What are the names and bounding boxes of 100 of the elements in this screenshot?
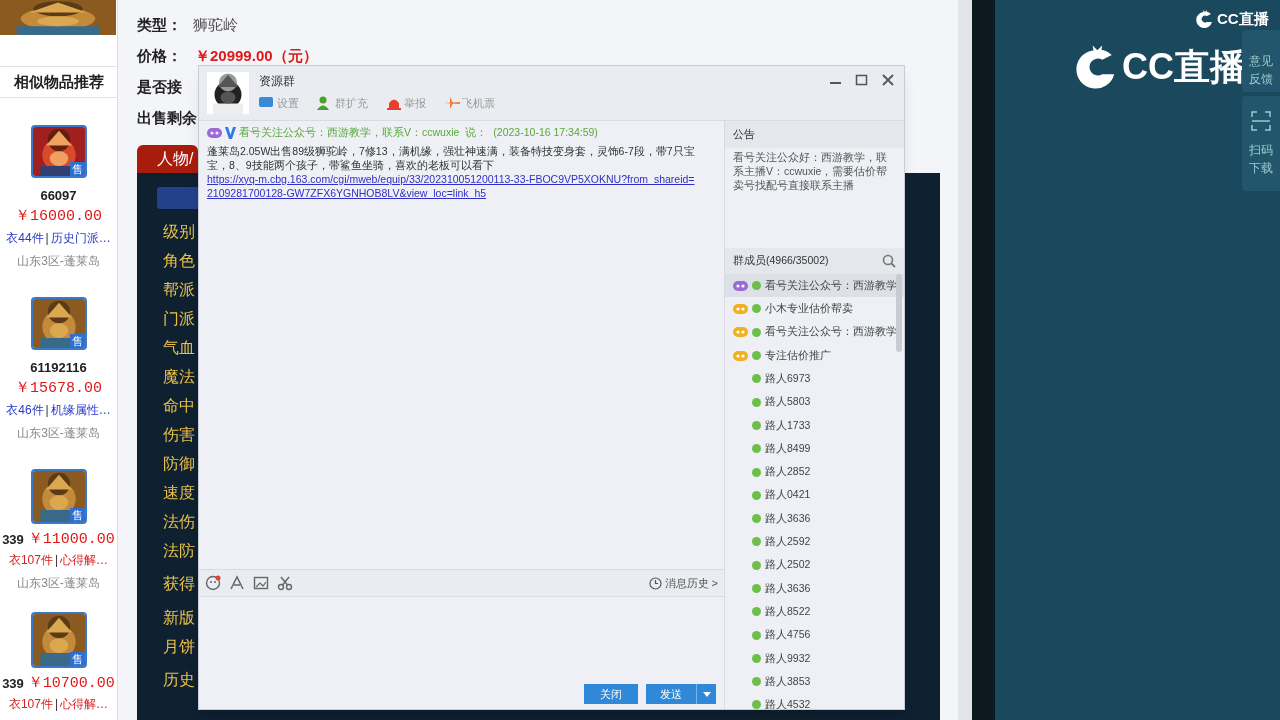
attribute-label: 角色 (163, 250, 195, 271)
member-row[interactable]: 专注估价推广 (725, 343, 904, 368)
group-title: 资源群 (259, 73, 296, 90)
online-dot-icon (752, 677, 761, 687)
separator: | (45, 230, 49, 246)
attribute-label: 防御 (163, 453, 195, 474)
online-dot-icon (752, 490, 761, 500)
scissors-icon[interactable] (277, 575, 293, 591)
member-row[interactable]: 看号关注公众号：西游教学 (725, 274, 904, 298)
member-row[interactable]: 路人8522 (725, 600, 904, 624)
attribute-label: 速度 (163, 482, 195, 503)
attribute-label: 伤害 (163, 424, 195, 445)
attribute-label: 命中 (163, 395, 195, 416)
item-link[interactable]: 衣46件 (6, 402, 44, 418)
member-name: 路人3853 (765, 673, 811, 689)
attribute-label: 月饼 (163, 636, 195, 657)
attribute-label: 法防 (163, 540, 195, 561)
member-row[interactable]: 路人6973 (725, 367, 904, 391)
item-id: 339 (2, 675, 24, 694)
item-price: ￥16000.00 (15, 206, 102, 227)
attribute-label: 历史 (163, 670, 195, 690)
online-dot-icon (752, 351, 761, 361)
item-id: 61192116 (30, 359, 87, 377)
member-row[interactable]: 看号关注公众号：西游教学 (725, 320, 904, 344)
attribute-label: 门派 (163, 308, 195, 329)
server-name: 山东3区-蓬莱岛 (17, 253, 100, 270)
item-price: ￥10700.00 (27, 673, 115, 694)
member-row[interactable]: 路人3636 (725, 576, 904, 601)
caret-icon (702, 691, 711, 697)
members-title: 群成员(4966/35002) (733, 253, 829, 269)
close-button[interactable]: 关闭 (584, 684, 638, 704)
online-dot-icon (752, 584, 761, 593)
emoji-icon[interactable] (205, 575, 221, 591)
member-name: 路人1733 (765, 417, 811, 433)
member-name: 专注估价推广 (765, 347, 831, 363)
tab[interactable]: 人物/ (137, 145, 198, 173)
send-options-button[interactable] (696, 684, 716, 704)
item-link[interactable]: 心得解… (60, 696, 109, 712)
item-price: ￥15678.00 (15, 378, 102, 399)
notice-text: 看号关注公众好：西游教学，联系主播V：ccwuxie，需要估价帮卖号找配号直接联系主播 (732, 150, 889, 193)
member-row[interactable]: 路人1733 (725, 413, 904, 438)
search-icon[interactable] (882, 254, 896, 268)
member-row[interactable]: 路人2852 (725, 460, 904, 484)
gamepad-icon (733, 302, 748, 315)
online-dot-icon (752, 467, 761, 477)
message-time: (2023-10-16 17:34:59) (493, 125, 598, 140)
member-row[interactable]: 路人3853 (725, 670, 904, 694)
side-button[interactable]: 扫码下载 (1242, 96, 1280, 191)
verified-icon (225, 126, 236, 139)
online-dot-icon (752, 653, 761, 663)
member-row[interactable]: 路人3636 (725, 506, 904, 531)
item-link[interactable]: 心得解… (60, 552, 109, 568)
member-row[interactable]: 路人9932 (725, 646, 904, 671)
item-link[interactable]: 历史门派… (50, 230, 111, 246)
separator: | (54, 696, 59, 712)
member-row[interactable]: 路人4532 (725, 693, 904, 709)
member-row[interactable]: 路人0421 (725, 483, 904, 507)
history-button[interactable]: 消息历史 > (648, 574, 718, 592)
member-row[interactable]: 路人2502 (725, 553, 904, 577)
gamepad-icon (733, 279, 748, 292)
member-row[interactable]: 路人5803 (725, 390, 904, 414)
member-row[interactable]: 路人8499 (725, 437, 904, 461)
online-dot-icon (752, 397, 761, 407)
member-name: 路人3636 (765, 580, 811, 596)
member-row[interactable]: 小木专业估价帮卖 (725, 297, 904, 321)
member-name: 路人3636 (765, 510, 811, 526)
member-name: 路人8522 (765, 603, 811, 619)
separator: | (54, 552, 59, 568)
online-dot-icon (752, 281, 761, 291)
member-row[interactable]: 路人4756 (725, 623, 904, 647)
gamepad-icon (207, 126, 222, 139)
item-link[interactable]: 衣44件 (6, 230, 44, 246)
online-dot-icon (752, 420, 761, 430)
item-link[interactable]: 衣107件 (8, 696, 53, 712)
item-link[interactable]: 衣107件 (8, 552, 53, 568)
item-id: 339 (2, 531, 24, 550)
item-link[interactable]: 机缘属性… (50, 402, 111, 418)
online-dot-icon (752, 607, 761, 617)
attribute-label: 法伤 (163, 511, 195, 532)
side-button[interactable]: 意见反馈 (1242, 30, 1280, 92)
member-name: 看号关注公众号：西游教学 (765, 277, 897, 293)
server-name: 山东3区-蓬莱岛 (17, 575, 100, 592)
close-icon[interactable] (880, 72, 896, 88)
message-text: 蓬莱岛2.05W出售89级狮驼岭，7修13，满机缘，强壮神速满，装备特技变身套，灵饰6-7段，带7只宝宝，8、9技能两个孩子，带鲨鱼坐骑，喜欢的老板可以看下 (207, 143, 696, 172)
scan-icon (1251, 110, 1271, 131)
online-dot-icon (752, 327, 761, 337)
send-button[interactable]: 发送 (646, 684, 696, 704)
font-icon[interactable] (229, 575, 245, 591)
image-icon[interactable] (253, 575, 269, 591)
attribute-label: 新版 (163, 607, 195, 628)
clock-icon (648, 576, 662, 590)
scrollbar-thumb[interactable] (896, 274, 902, 352)
online-dot-icon (752, 537, 761, 547)
maximize-icon[interactable] (854, 72, 870, 88)
member-row[interactable]: 路人2592 (725, 530, 904, 554)
online-dot-icon (752, 560, 761, 570)
field-value: 狮驼岭 (193, 15, 238, 36)
member-name: 小木专业估价帮卖 (765, 301, 853, 317)
sender-name: 看号关注公众号：西游教学，联系V：ccwuxie (239, 125, 460, 140)
message-link[interactable]: https://xyq-m.cbg.163.com/cgi/mweb/equip/33/202310051200113-33-FBOC9VP5XOKNU?from_shareid=2109281700128-GW7ZFX6YGNHOB8LV&view_loc=link_h5 (207, 171, 697, 200)
